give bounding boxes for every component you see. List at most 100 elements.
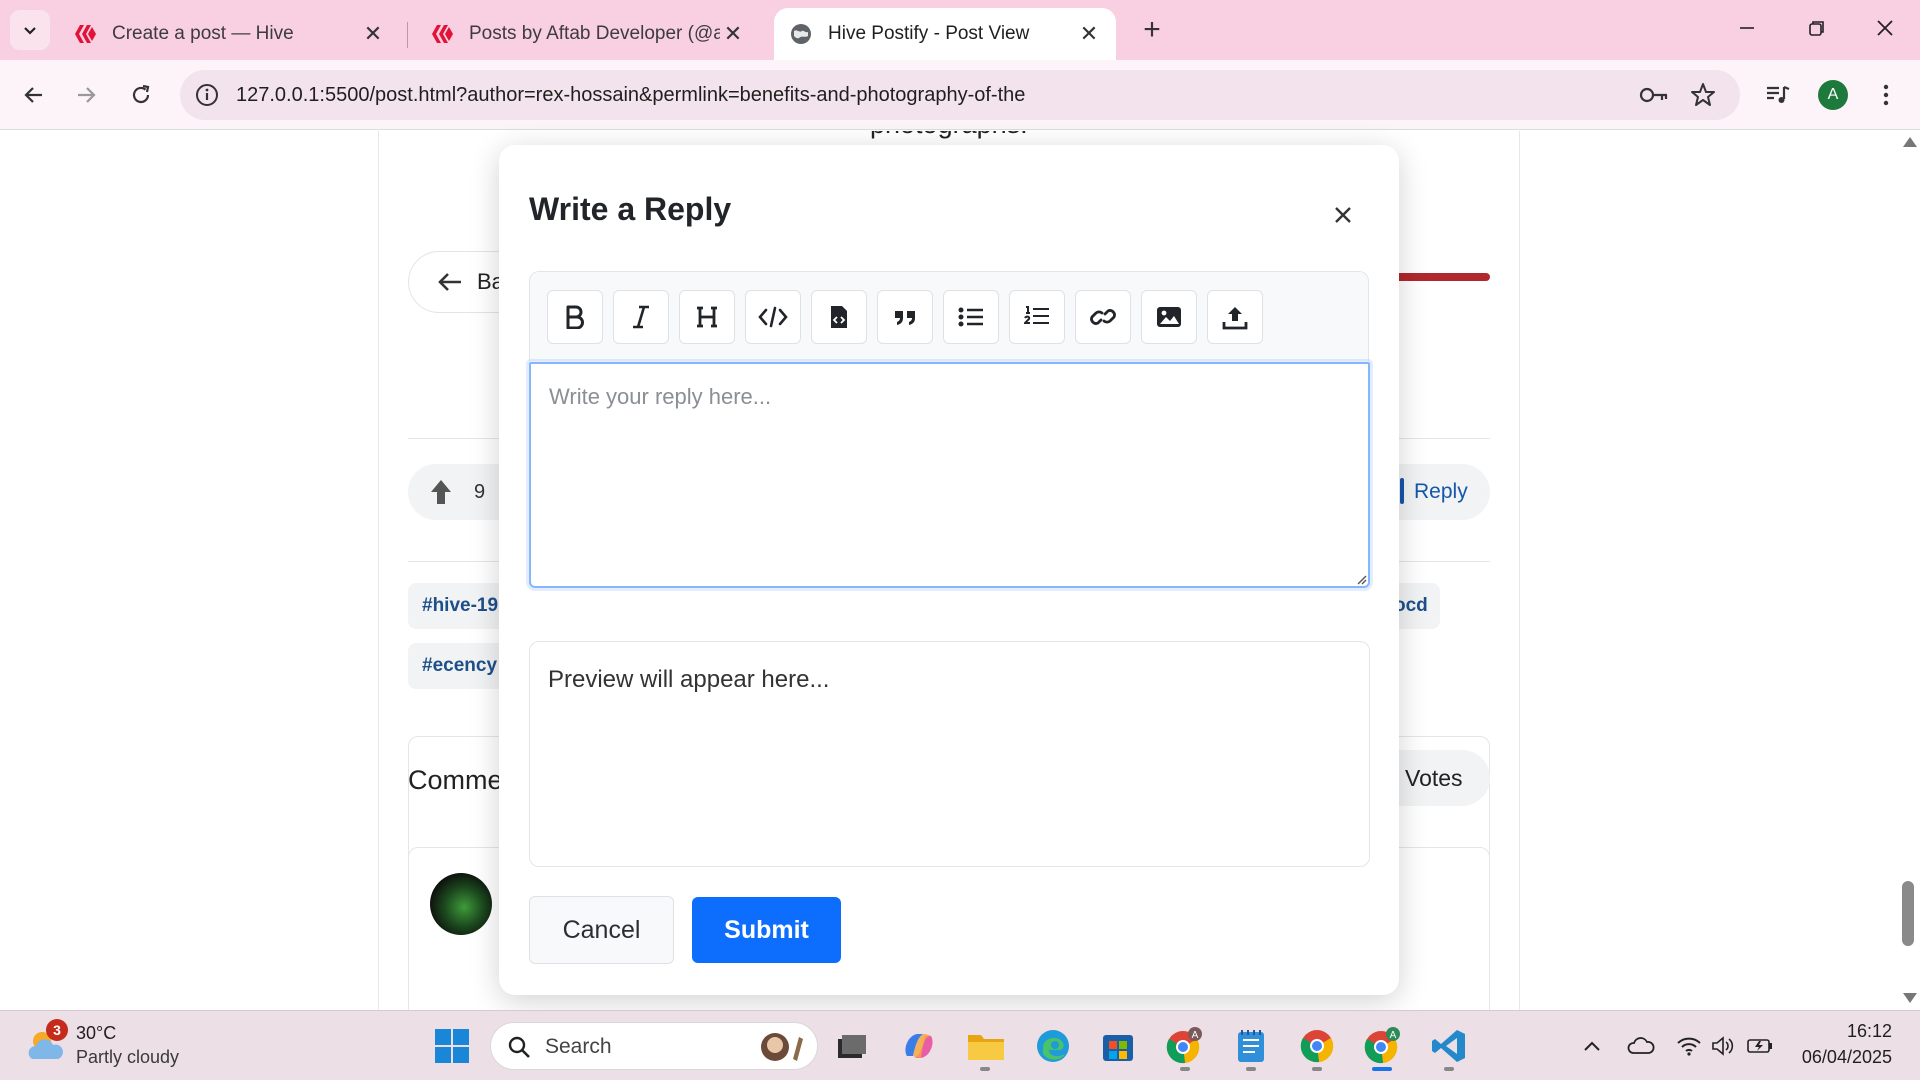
modal-close-button[interactable] [1323, 195, 1363, 235]
url-text[interactable]: 127.0.0.1:5500/post.html?author=rex-hoss… [236, 70, 1025, 120]
tab-separator [407, 22, 408, 48]
italic-icon [633, 305, 649, 329]
code-file-icon [831, 306, 847, 328]
svg-text:A: A [1192, 1030, 1199, 1041]
wifi-button[interactable] [1674, 1031, 1704, 1061]
address-bar[interactable]: 127.0.0.1:5500/post.html?author=rex-hoss… [180, 70, 1740, 120]
chrome-active-button[interactable]: A [1360, 1024, 1404, 1068]
preview-text: Preview will appear here... [548, 666, 830, 693]
onedrive-button[interactable] [1626, 1031, 1656, 1061]
code-icon [758, 306, 788, 328]
taskbar-search[interactable]: Search [490, 1022, 818, 1070]
upload-button[interactable] [1207, 290, 1263, 344]
page-scrollbar[interactable] [1898, 131, 1920, 1010]
forward-button[interactable] [66, 75, 106, 115]
close-tab-icon[interactable]: ✕ [1076, 21, 1102, 47]
active-indicator [1372, 1067, 1392, 1071]
reply-icon [1400, 478, 1404, 504]
profile-avatar[interactable]: A [1818, 80, 1848, 110]
windows-logo-icon [435, 1029, 469, 1063]
heading-icon [697, 306, 717, 328]
file-explorer-button[interactable] [964, 1024, 1008, 1068]
playlist-music-icon [1767, 85, 1790, 103]
reload-button[interactable] [121, 75, 161, 115]
submit-button[interactable]: Submit [692, 897, 841, 963]
globe-icon [791, 24, 811, 44]
vscode-button[interactable] [1427, 1024, 1471, 1068]
vscode-icon [1432, 1030, 1465, 1062]
bold-button[interactable] [547, 290, 603, 344]
arrow-right-icon [78, 87, 96, 103]
resize-handle-icon[interactable] [1355, 573, 1367, 585]
chrome-button[interactable] [1295, 1024, 1339, 1068]
code-block-button[interactable] [811, 290, 867, 344]
task-view-button[interactable] [830, 1024, 874, 1068]
close-tab-icon[interactable]: ✕ [720, 21, 746, 47]
bullet-list-button[interactable] [943, 290, 999, 344]
weather-temperature: 30°C [76, 1023, 117, 1043]
clock-time: 16:12 [1846, 1021, 1892, 1041]
tab-search-button[interactable] [10, 10, 50, 50]
tag-link[interactable]: #hive-19 [408, 583, 508, 629]
quote-button[interactable] [877, 290, 933, 344]
link-button[interactable] [1075, 290, 1131, 344]
show-hidden-icons-button[interactable] [1577, 1031, 1607, 1061]
new-tab-button[interactable]: + [1130, 12, 1174, 48]
search-icon [508, 1036, 530, 1058]
more-vertical-icon [1883, 84, 1889, 106]
chrome-icon: A [1166, 1027, 1202, 1064]
running-indicator [1246, 1067, 1256, 1071]
italic-button[interactable] [613, 290, 669, 344]
numbered-list-button[interactable] [1009, 290, 1065, 344]
heading-button[interactable] [679, 290, 735, 344]
speaker-icon [1712, 1036, 1734, 1056]
tab-hive-postify[interactable]: Hive Postify - Post View ✕ [774, 8, 1116, 60]
notepad-button[interactable] [1229, 1024, 1273, 1068]
weather-description: Partly cloudy [76, 1047, 180, 1067]
close-window-button[interactable] [1860, 10, 1910, 50]
chrome-profile-a-button[interactable]: A [1162, 1024, 1206, 1068]
store-icon [1103, 1035, 1133, 1061]
volume-button[interactable] [1708, 1031, 1738, 1061]
media-controls-button[interactable] [1760, 77, 1796, 113]
scrollbar-thumb[interactable] [1902, 881, 1914, 946]
tab-create-post[interactable]: Create a post — Hive ✕ [58, 8, 400, 60]
battery-button[interactable] [1745, 1031, 1775, 1061]
bookmark-button[interactable] [1685, 77, 1721, 113]
edge-button[interactable] [1031, 1024, 1075, 1068]
bullet-list-icon [958, 307, 983, 327]
browser-menu-button[interactable] [1868, 77, 1904, 113]
close-tab-icon[interactable]: ✕ [360, 21, 386, 47]
image-button[interactable] [1141, 290, 1197, 344]
running-indicator [1180, 1067, 1190, 1071]
notepad-icon [1238, 1030, 1264, 1062]
copilot-button[interactable] [897, 1024, 941, 1068]
reply-textarea[interactable] [529, 362, 1370, 588]
close-icon [1335, 207, 1351, 223]
link-icon [1090, 309, 1116, 325]
weather-alert-badge: 3 [46, 1019, 68, 1041]
upload-icon [1222, 307, 1248, 330]
numbered-list-icon [1024, 306, 1049, 324]
cancel-button[interactable]: Cancel [529, 896, 674, 964]
image-icon [1157, 307, 1181, 327]
password-key-button[interactable] [1636, 77, 1672, 113]
site-info-icon[interactable] [194, 82, 220, 108]
restore-button[interactable] [1792, 10, 1842, 50]
avatar[interactable] [430, 873, 492, 935]
star-icon [1691, 83, 1715, 106]
tab-posts-by-aftab[interactable]: Posts by Aftab Developer (@aftab ✕ [415, 8, 760, 60]
close-icon [1877, 20, 1893, 36]
code-button[interactable] [745, 290, 801, 344]
tag-link[interactable]: #ecency [408, 643, 508, 689]
search-label: Search [545, 1035, 612, 1058]
store-button[interactable] [1096, 1024, 1140, 1068]
tab-title: Hive Postify - Post View [828, 23, 1030, 44]
scroll-up-icon[interactable] [1903, 137, 1917, 147]
scroll-down-icon[interactable] [1903, 993, 1917, 1003]
restore-icon [1809, 21, 1824, 36]
minimize-button[interactable] [1722, 10, 1772, 50]
back-button[interactable] [14, 75, 54, 115]
start-button[interactable] [430, 1024, 474, 1068]
browser-toolbar: 127.0.0.1:5500/post.html?author=rex-hoss… [0, 60, 1920, 130]
